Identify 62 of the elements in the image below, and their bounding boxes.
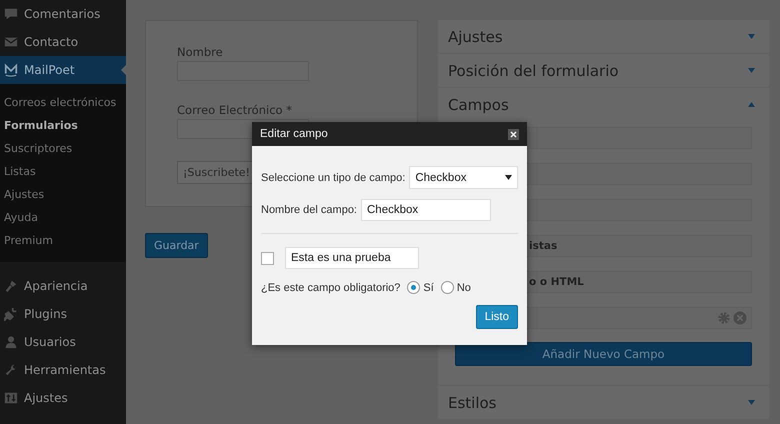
done-button[interactable]: Listo: [476, 305, 518, 329]
menu-item[interactable]: Contacto: [0, 28, 126, 56]
submenu-item[interactable]: Listas: [0, 160, 126, 183]
radio-label: Sí: [423, 282, 434, 294]
expand-icon[interactable]: [748, 68, 755, 73]
menu-item[interactable]: Herramientas: [0, 356, 126, 384]
close-icon[interactable]: [508, 128, 519, 140]
field-type-label: Seleccione un tipo de campo:: [261, 172, 406, 184]
plug-icon: [4, 307, 18, 321]
dialog-title: Editar campo: [260, 128, 328, 140]
menu-label: MailPoet: [24, 63, 75, 77]
panel-title[interactable]: Posición del formulario: [448, 62, 619, 80]
panel-title[interactable]: Campos: [448, 96, 509, 114]
panel-title[interactable]: Ajustes: [448, 28, 503, 46]
checkbox-label-input[interactable]: Esta es una prueba: [285, 247, 419, 269]
field-type-dropdown[interactable]: Checkbox: [409, 166, 518, 189]
submenu-item[interactable]: Ayuda: [0, 206, 126, 229]
submenu-item[interactable]: Correos electrónicos: [0, 91, 126, 114]
expand-icon[interactable]: [748, 400, 755, 405]
letter-m-icon: [4, 63, 18, 77]
panel-title[interactable]: Estilos: [448, 394, 497, 412]
menu-item[interactable]: Comentarios: [0, 0, 126, 28]
submenu-item[interactable]: Suscriptores: [0, 137, 126, 160]
menu-label: Contacto: [24, 35, 78, 49]
dropdown-arrow-icon: [505, 175, 512, 180]
submenu-item[interactable]: Formularios: [0, 114, 126, 137]
menu-item[interactable]: Ajustes: [0, 384, 126, 412]
field-name-label: Nombre del campo:: [261, 204, 357, 216]
field-label: Correo Electrónico *: [177, 103, 293, 117]
wrench-icon: [4, 363, 18, 377]
submenu-item[interactable]: Ajustes: [0, 183, 126, 206]
menu-label: Plugins: [24, 307, 67, 321]
menu-item[interactable]: MailPoet: [0, 56, 126, 84]
field-label: Nombre: [177, 45, 224, 59]
menu-label: Comentarios: [24, 7, 100, 21]
menu-label: Usuarios: [24, 335, 76, 349]
checkbox[interactable]: [261, 252, 274, 264]
collapse-icon[interactable]: [748, 102, 755, 107]
expand-icon[interactable]: [748, 34, 755, 39]
menu-label: Herramientas: [24, 363, 106, 377]
field-name: istas: [529, 240, 558, 252]
menu-item[interactable]: Usuarios: [0, 328, 126, 356]
radio-button[interactable]: [440, 281, 454, 294]
envelope-icon: [4, 35, 18, 49]
speech-bubble-icon: [4, 7, 18, 21]
save-button[interactable]: Guardar: [145, 233, 208, 258]
required-question: ¿Es este campo obligatorio?: [261, 282, 400, 294]
brush-icon: [4, 279, 18, 293]
remove-icon[interactable]: [733, 311, 747, 325]
sliders-icon: [4, 391, 18, 405]
radio-button[interactable]: [407, 281, 420, 294]
user-icon: [4, 335, 18, 349]
menu-label: Apariencia: [24, 279, 88, 293]
field-name: o o HTML: [529, 276, 584, 288]
field-name-input[interactable]: Checkbox: [361, 199, 491, 221]
radio-label: No: [456, 282, 471, 294]
menu-item[interactable]: Apariencia: [0, 272, 126, 300]
settings-icon[interactable]: [717, 311, 731, 325]
menu-item[interactable]: Plugins: [0, 300, 126, 328]
add-field-button[interactable]: Añadir Nuevo Campo: [455, 342, 752, 366]
menu-label: Ajustes: [24, 391, 68, 405]
submenu-item[interactable]: Premium: [0, 229, 126, 252]
